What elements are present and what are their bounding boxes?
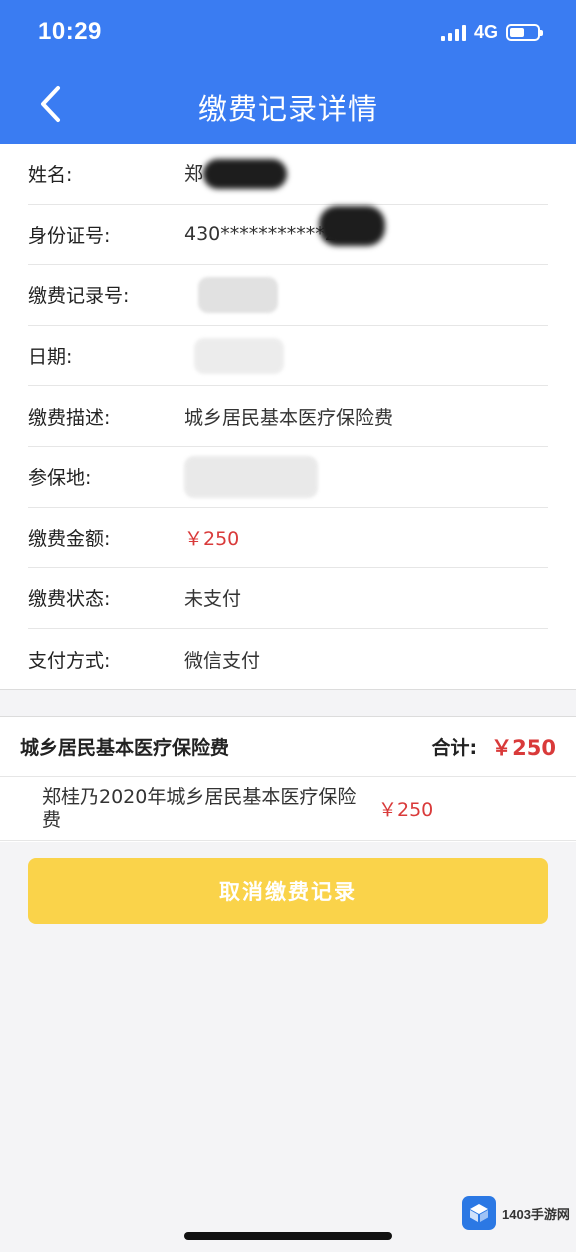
info-value-date [184,337,284,374]
status-time: 10:29 [38,18,102,45]
cancel-payment-record-button[interactable]: 取消缴费记录 [28,858,548,924]
summary-title: 城乡居民基本医疗保险费 [20,737,230,759]
info-row-amount: 缴费金额: ￥250 [28,508,548,569]
info-label: 日期: [28,346,73,369]
info-label: 姓名: [28,164,73,187]
item-price: ￥250 [378,799,434,821]
watermark: 1403手游网 [462,1196,570,1230]
info-value-name: 郑 [184,159,288,190]
info-row-date: 日期: [28,326,548,387]
summary-header: 城乡居民基本医疗保险费 合计: ￥250 [0,717,576,777]
watermark-logo-icon [462,1196,496,1230]
watermark-text: 1403手游网 [502,1206,570,1222]
item-name: 郑桂乃2020年城乡居民基本医疗保险费 [42,785,357,831]
nav-bar: 缴费记录详情 [0,66,576,144]
list-item: 郑桂乃2020年城乡居民基本医疗保险费 ￥250 [0,777,576,841]
page-title: 缴费记录详情 [197,92,378,126]
info-value-description: 城乡居民基本医疗保险费 [184,406,394,429]
redaction-mark [203,159,288,190]
info-label: 缴费状态: [28,588,111,611]
summary-total-label: 合计: [431,737,478,759]
payment-info-card: 姓名: 郑 身份证号: 430***********2 缴费记录号: 日期: 缴… [0,144,576,690]
info-label: 参保地: [28,467,92,490]
home-indicator[interactable] [184,1232,392,1240]
signal-icon [440,24,466,41]
info-row-status: 缴费状态: 未支付 [28,568,548,629]
status-bar: 10:29 4G [0,0,576,66]
info-value-id-number: 430***********2 [184,205,385,246]
info-label: 缴费记录号: [28,285,130,308]
summary-total: ￥250 [491,735,556,760]
info-row-description: 缴费描述: 城乡居民基本医疗保险费 [28,386,548,447]
info-label: 缴费描述: [28,406,111,429]
info-label: 支付方式: [28,649,111,672]
battery-fill [510,28,525,37]
info-row-record-number: 缴费记录号: [28,265,548,326]
info-row-id-number: 身份证号: 430***********2 [28,205,548,266]
payment-summary: 城乡居民基本医疗保险费 合计: ￥250 郑桂乃2020年城乡居民基本医疗保险费… [0,716,576,842]
info-label: 身份证号: [28,224,111,247]
redaction-mark [198,276,278,313]
battery-icon [506,24,543,41]
status-indicators: 4G [440,22,543,43]
info-value-amount: ￥250 [184,527,240,550]
info-value-record-number [184,276,278,313]
redaction-mark [318,205,385,246]
info-row-insured-location: 参保地: [28,447,548,508]
redaction-mark [194,337,284,374]
info-row-payment-method: 支付方式: 微信支付 [28,629,548,690]
info-value-payment-method: 微信支付 [184,649,261,672]
info-row-name: 姓名: 郑 [28,144,548,205]
info-label: 缴费金额: [28,527,111,550]
network-label: 4G [473,22,498,42]
redaction-mark [184,455,318,498]
info-value-status: 未支付 [184,588,242,611]
info-value-insured-location [184,455,318,498]
